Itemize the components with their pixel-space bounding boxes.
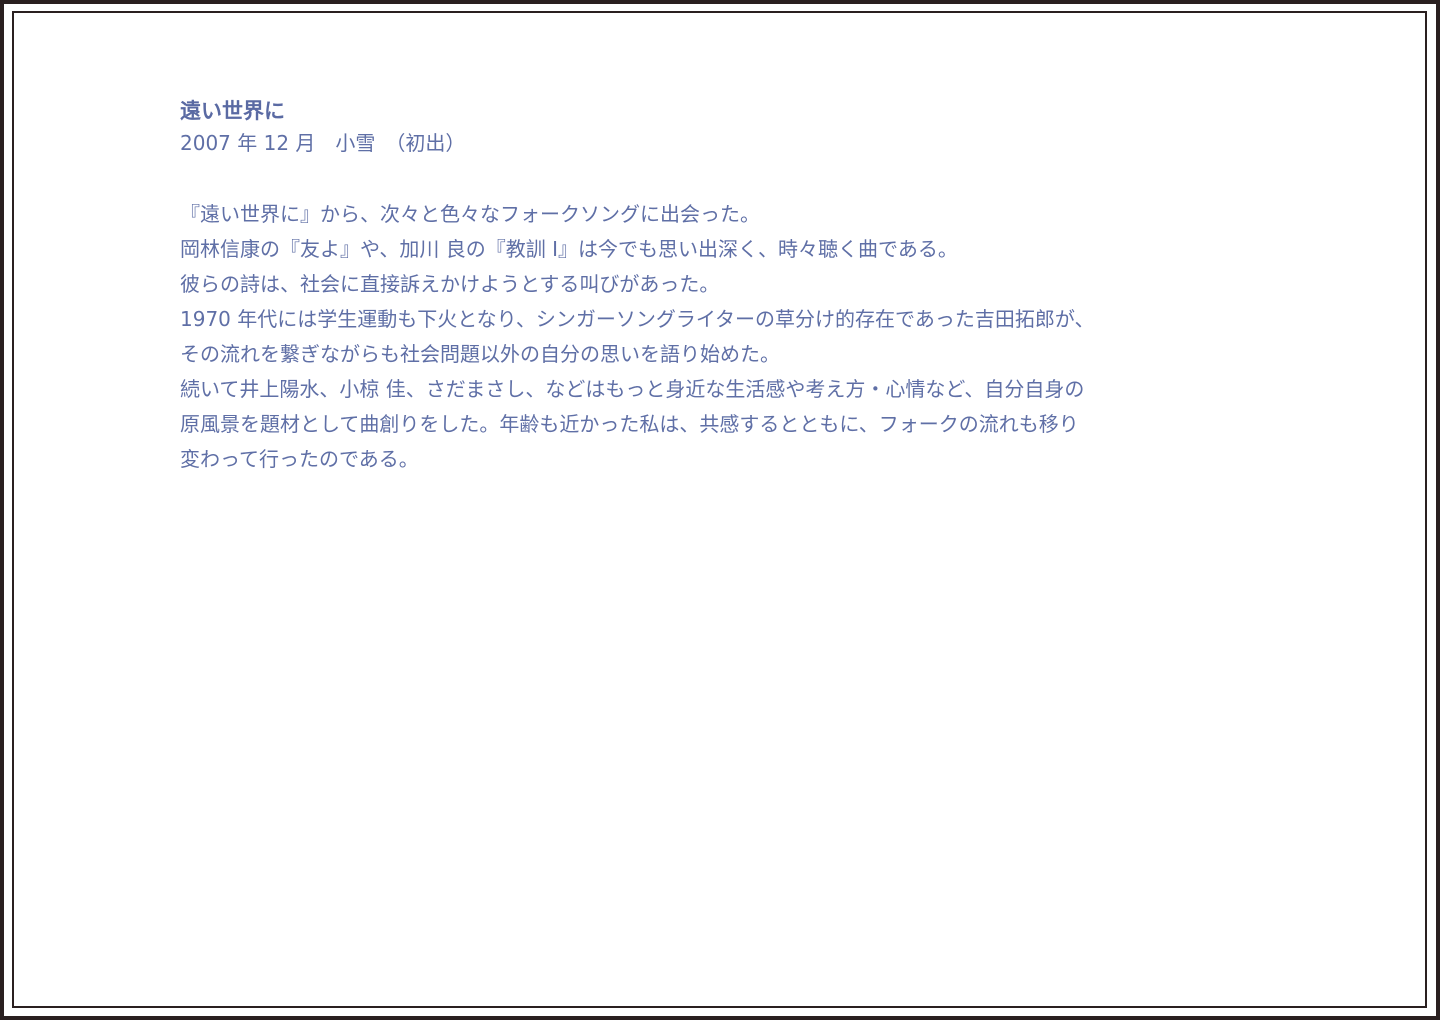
body-line: 原風景を題材として曲創りをした。年齢も近かった私は、共感するとともに、フォークの… (180, 412, 1079, 436)
article-date-meta: 2007 年 12 月 小雪 （初出） (180, 131, 466, 155)
body-line: 『遠い世界に』から、次々と色々なフォークソングに出会った。 (180, 202, 760, 226)
article: 遠い世界に 2007 年 12 月 小雪 （初出） 『遠い世界に』から、次々と色… (180, 96, 1280, 477)
body-line: 続いて井上陽水、小椋 佳、さだまさし、などはもっと身近な生活感や考え方・心情など… (180, 377, 1085, 401)
body-line: 変わって行ったのである。 (180, 447, 419, 471)
body-line: その流れを繋ぎながらも社会問題以外の自分の思いを語り始めた。 (180, 342, 780, 366)
article-title: 遠い世界に (180, 99, 285, 123)
body-line: 岡林信康の『友よ』や、加川 良の『教訓 Ⅰ』は今でも思い出深く、時々聴く曲である… (180, 237, 958, 261)
body-line: 1970 年代には学生運動も下火となり、シンガーソングライターの草分け的存在であ… (180, 307, 1095, 331)
body-line: 彼らの詩は、社会に直接訴えかけようとする叫びがあった。 (180, 272, 720, 296)
article-body: 『遠い世界に』から、次々と色々なフォークソングに出会った。 岡林信康の『友よ』や… (180, 197, 1280, 477)
